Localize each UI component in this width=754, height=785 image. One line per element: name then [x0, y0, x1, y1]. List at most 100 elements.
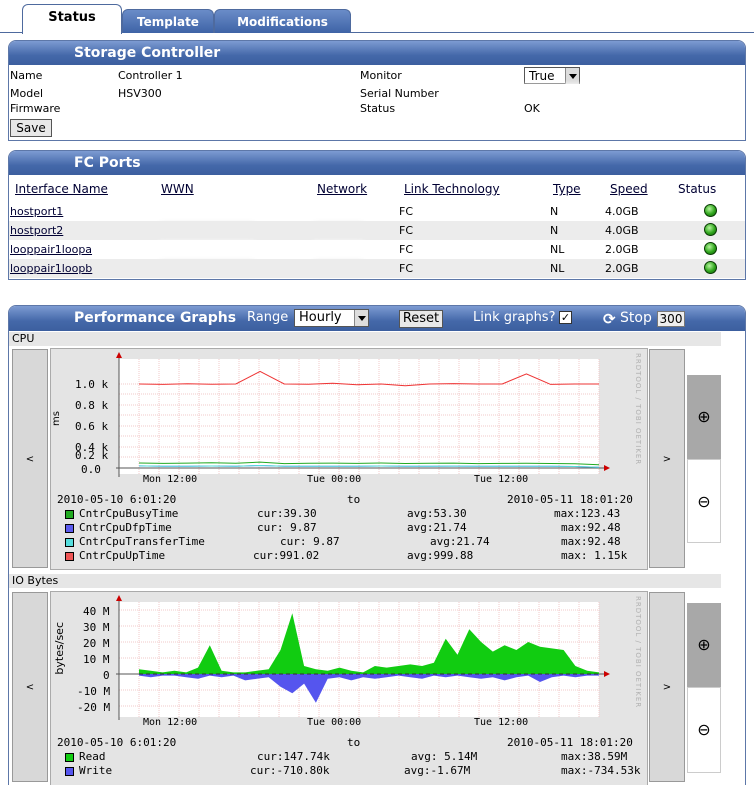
x-axis-arrow: [604, 671, 610, 677]
col-network[interactable]: Network: [317, 182, 367, 196]
storage-controller-header: Storage Controller: [9, 41, 745, 65]
type: N: [550, 224, 559, 237]
cpu-y-tick: 0.6 k: [75, 420, 109, 433]
legend-cur: cur: 9.87: [280, 535, 340, 548]
col-link-technology[interactable]: Link Technology: [404, 182, 500, 196]
speed: 4.0GB: [605, 205, 639, 218]
cpu-next-button[interactable]: >: [649, 349, 685, 568]
interface-link[interactable]: looppair1loopa: [10, 243, 92, 256]
col-speed[interactable]: Speed: [610, 182, 648, 196]
cpu-until-date: 2010-05-11 18:01:20: [507, 493, 633, 506]
status-ok-icon: [704, 242, 717, 255]
range-selected-value: Hourly: [299, 310, 342, 325]
y-axis-arrow: [116, 595, 122, 601]
cpu-y-axis-label: ms: [51, 411, 62, 426]
io-from-date: 2010-05-10 6:01:20: [57, 736, 177, 749]
interface-link[interactable]: looppair1loopb: [10, 262, 92, 275]
cpu-y-tick: 0.2 k: [75, 449, 109, 462]
chevron-down-icon: [565, 68, 579, 84]
status-label: Status: [360, 102, 396, 115]
col-interface-name[interactable]: Interface Name: [15, 182, 108, 196]
fc-ports-panel: FC Ports Interface Name WWN Network Link…: [8, 150, 746, 280]
legend-max: max:38.59M: [561, 750, 628, 763]
io-y-axis-label: bytes/sec: [53, 622, 66, 675]
cpu-to-label: to: [347, 493, 361, 506]
stop-button[interactable]: Stop: [620, 306, 652, 330]
io-y-tick: 30 M: [83, 621, 110, 634]
monitor-selected-value: True: [529, 69, 555, 83]
legend-avg: avg:53.30: [407, 507, 467, 520]
tab-status[interactable]: Status: [22, 4, 122, 34]
storage-controller-panel: Storage Controller Name Controller 1 Mod…: [8, 40, 746, 141]
performance-graphs-header: Performance Graphs Range Hourly Reset Li…: [9, 306, 745, 331]
legend-name: CntrCpuBusyTime: [79, 507, 179, 520]
fc-ports-column-headers: Interface Name WWN Network Link Technolo…: [9, 177, 745, 201]
legend-cur: cur:147.74k: [257, 750, 330, 763]
io-zoom-out-icon[interactable]: ⊖: [687, 687, 721, 773]
legend-cur: cur: 9.87: [257, 521, 317, 534]
cpu-zoom-in-icon[interactable]: ⊕: [687, 375, 721, 459]
monitor-select[interactable]: True: [524, 67, 580, 84]
legend-swatch: [65, 753, 74, 762]
legend-swatch: [65, 538, 74, 547]
cpu-zoom-out-icon[interactable]: ⊖: [687, 459, 721, 543]
refresh-icon[interactable]: ⟳: [603, 307, 616, 331]
refresh-interval-input[interactable]: 300: [657, 311, 685, 327]
legend-avg: avg: 5.14M: [411, 750, 478, 763]
io-graph: bytes/sec 40 M 30 M 20 M 10 M 0 -10 M -2…: [50, 591, 648, 785]
legend-swatch: [65, 767, 74, 776]
legend-name: Write: [79, 764, 113, 777]
model-value: HSV300: [118, 87, 162, 100]
io-y-tick: 0: [103, 669, 110, 682]
col-wwn[interactable]: WWN: [161, 182, 194, 196]
io-x-tick: Mon 12:00: [143, 717, 198, 728]
legend-max: max:92.48: [561, 535, 621, 548]
link-graphs-checkbox[interactable]: ✓: [559, 311, 572, 324]
reset-button[interactable]: Reset: [399, 310, 443, 328]
wwn-redacted: [157, 205, 257, 217]
io-watermark: RRDTOOL / TOBI OETIKER: [634, 596, 642, 709]
tab-template[interactable]: Template: [122, 9, 214, 33]
table-row: hostport1 FC N 4.0GB: [9, 202, 745, 221]
cpu-y-tick: 1.0 k: [75, 378, 109, 391]
io-next-button[interactable]: >: [649, 592, 685, 782]
link-technology: FC: [399, 224, 414, 237]
legend-avg: avg:-1.67M: [404, 764, 471, 777]
range-select[interactable]: Hourly: [294, 309, 369, 327]
save-button[interactable]: Save: [10, 119, 52, 137]
io-chart: [116, 595, 610, 720]
y-axis-arrow: [116, 352, 122, 358]
interface-link[interactable]: hostport1: [10, 205, 63, 218]
cpu-prev-button[interactable]: <: [12, 349, 48, 568]
legend-name: Read: [79, 750, 106, 763]
network-redacted: [311, 243, 366, 255]
legend-swatch: [65, 510, 74, 519]
performance-graphs-title: Performance Graphs: [74, 310, 237, 326]
interface-link[interactable]: hostport2: [10, 224, 63, 237]
col-type[interactable]: Type: [553, 182, 581, 196]
status-ok-icon: [704, 261, 717, 274]
status-ok-icon: [704, 223, 717, 236]
status-ok-icon: [704, 204, 717, 217]
cpu-watermark: RRDTOOL / TOBI OETIKER: [634, 353, 642, 466]
firmware-label: Firmware: [10, 102, 61, 115]
io-until-date: 2010-05-11 18:01:20: [507, 736, 633, 749]
io-x-tick: Tue 00:00: [307, 717, 362, 728]
cpu-from-date: 2010-05-10 6:01:20: [57, 493, 177, 506]
legend-name: CntrCpuDfpTime: [79, 521, 172, 534]
tab-modifications[interactable]: Modifications: [214, 9, 351, 33]
name-label: Name: [10, 69, 43, 82]
type: NL: [550, 243, 565, 256]
io-prev-button[interactable]: <: [12, 592, 48, 782]
serial-number-label: Serial Number: [360, 87, 439, 100]
link-technology: FC: [399, 205, 414, 218]
table-row: looppair1loopa FC NL 2.0GB: [9, 240, 745, 259]
network-redacted: [311, 205, 366, 217]
serial-number-redacted: [521, 86, 643, 100]
fc-ports-header: FC Ports: [9, 151, 745, 175]
wwn-redacted: [157, 243, 257, 255]
table-row: looppair1loopb FC NL 2.0GB: [9, 259, 745, 278]
io-zoom-in-icon[interactable]: ⊕: [687, 603, 721, 687]
link-technology: FC: [399, 262, 414, 275]
range-label: Range: [247, 310, 289, 325]
